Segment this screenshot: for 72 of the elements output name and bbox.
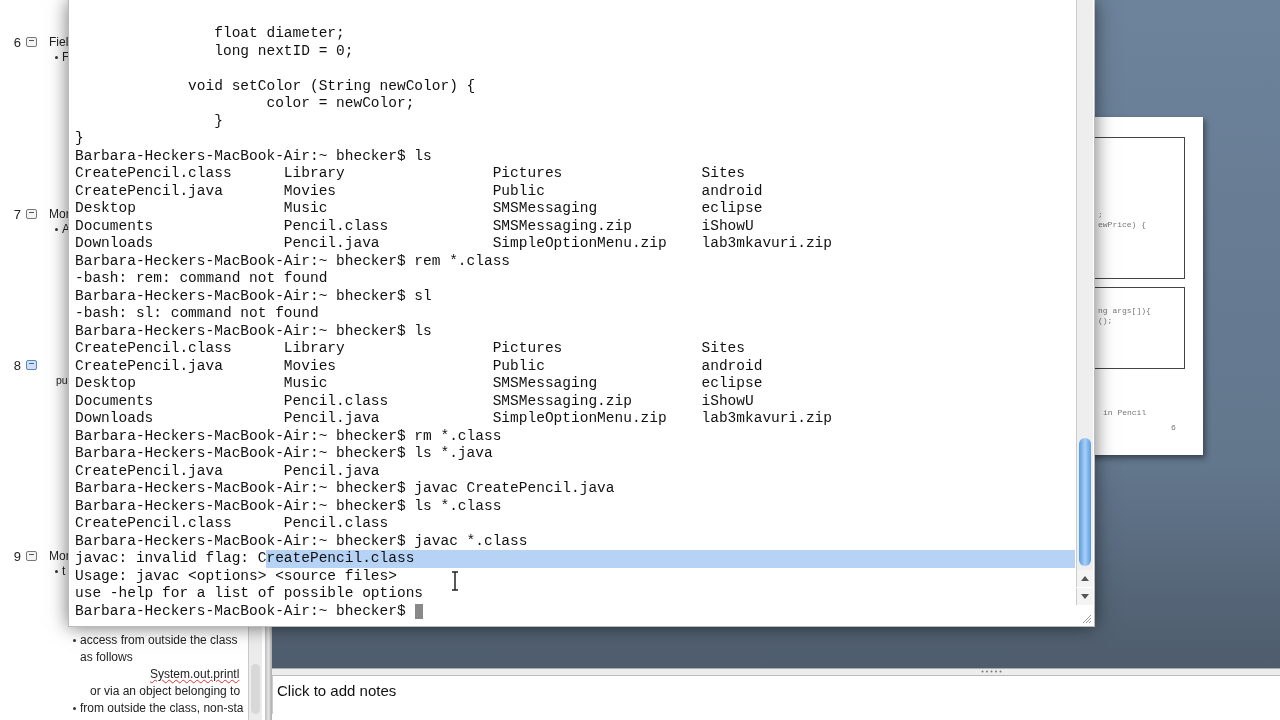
terminal-line: CreatePencil.class Library Pictures Sites [75, 165, 745, 183]
outline-text: access from outside the class as follows [80, 632, 239, 666]
bullet-icon [55, 228, 58, 231]
text-cursor-icon [450, 571, 460, 591]
terminal-line: long nextID = 0; [213, 42, 354, 60]
code-line: ; [1098, 210, 1104, 220]
slide-number: 9 [12, 548, 21, 564]
slide-number: 6 [12, 34, 21, 50]
terminal-line: use -help for a list of possible options [75, 585, 424, 603]
terminal-line: Barbara-Heckers-MacBook-Air:~ bhecker$ javac *.class [75, 532, 528, 550]
slide-number: 8 [12, 357, 21, 373]
scroll-up-icon[interactable] [1076, 570, 1093, 587]
terminal-line: Barbara-Heckers-MacBook-Air:~ bhecker$ ls *.java [75, 445, 493, 463]
terminal-line: CreatePencil.class Library Pictures Sites [75, 340, 745, 358]
terminal-line: } [75, 130, 84, 148]
terminal-line: CreatePencil.java Movies Public android [75, 182, 763, 200]
terminal-line: Documents Pencil.class SMSMessaging.zip iShowU [75, 392, 754, 410]
outline-text: pu [56, 374, 68, 386]
terminal-line: Barbara-Heckers-MacBook-Air:~ bhecker$ javac CreatePencil.java [75, 480, 615, 498]
terminal-line: javac: invalid flag: C [75, 550, 267, 568]
bullet-icon [73, 707, 76, 710]
slide-icon[interactable] [26, 209, 37, 219]
slide-title: Mor [49, 549, 70, 563]
terminal-line: Desktop Music SMSMessaging eclipse [75, 375, 763, 393]
resize-grip-icon[interactable] [1082, 614, 1092, 624]
code-line: ng args[]){ [1098, 306, 1152, 316]
selected-text: reatePencil.class [266, 550, 415, 566]
terminal-line: CreatePencil.class Pencil.class [75, 515, 389, 533]
scrollbar[interactable] [248, 627, 262, 720]
slide-icon[interactable] [26, 37, 37, 47]
slide-icon[interactable] [26, 551, 37, 561]
terminal-line: CreatePencil.java Movies Public android [75, 357, 763, 375]
terminal-line: float diameter; [213, 25, 345, 43]
terminal-line: Desktop Music SMSMessaging eclipse [75, 200, 763, 218]
slide-icon[interactable] [26, 360, 37, 370]
terminal-line: Barbara-Heckers-MacBook-Air:~ bhecker$ rm *.class [75, 427, 502, 445]
notes-field[interactable]: Click to add notes [272, 676, 1280, 714]
code-line: (); [1098, 316, 1114, 326]
slide-caption: in Pencil [1103, 408, 1147, 418]
scroll-down-icon[interactable] [1076, 588, 1093, 605]
pane-splitter[interactable] [265, 627, 272, 720]
page-number: 6 [1171, 423, 1176, 432]
scrollbar-thumb[interactable] [1079, 438, 1091, 566]
slide-title: Fiel [49, 35, 69, 49]
slide-number: 7 [12, 206, 21, 222]
terminal-line: Downloads Pencil.java SimpleOptionMenu.zip lab3mkavuri.zip [75, 235, 833, 253]
terminal-line: Barbara-Heckers-MacBook-Air:~ bhecker$ ls *.class [75, 497, 502, 515]
terminal-line: Barbara-Heckers-MacBook-Air:~ bhecker$ [75, 602, 406, 620]
terminal-line: Barbara-Heckers-MacBook-Air:~ bhecker$ rem *.class [75, 252, 511, 270]
terminal-line: Barbara-Heckers-MacBook-Air:~ bhecker$ sl [75, 287, 432, 305]
slide-title: Mor [49, 207, 70, 221]
outline-text: or via an object belonging to [90, 684, 241, 698]
terminal-line: Usage: javac <options> <source files> [75, 567, 397, 585]
outline-text: t [62, 563, 66, 580]
terminal-line: -bash: rem: command not found [75, 270, 328, 288]
splitter-grip-icon[interactable] [981, 670, 1003, 673]
bullet-icon [55, 570, 58, 573]
terminal-line: Barbara-Heckers-MacBook-Air:~ bhecker$ ls [75, 322, 432, 340]
terminal-line: Downloads Pencil.java SimpleOptionMenu.zip lab3mkavuri.zip [75, 410, 833, 428]
terminal-line: } [213, 112, 223, 130]
scrollbar[interactable] [1076, 0, 1093, 570]
terminal-line: void setColor (String newColor) { [187, 77, 476, 95]
code-line: ewPrice) { [1098, 220, 1147, 230]
terminal-line: Documents Pencil.class SMSMessaging.zip iShowU [75, 217, 754, 235]
terminal-line: Barbara-Heckers-MacBook-Air:~ bhecker$ ls [75, 147, 432, 165]
bullet-icon [55, 56, 58, 59]
bullet-icon [73, 639, 76, 642]
terminal-line: color = newColor; [265, 95, 415, 113]
outline-text: System.out.printl [150, 667, 240, 681]
terminal-line: -bash: sl: command not found [75, 305, 319, 323]
outline-text: from outside the class, non-sta [80, 700, 245, 717]
terminal-line: CreatePencil.java Pencil.java [75, 462, 380, 480]
